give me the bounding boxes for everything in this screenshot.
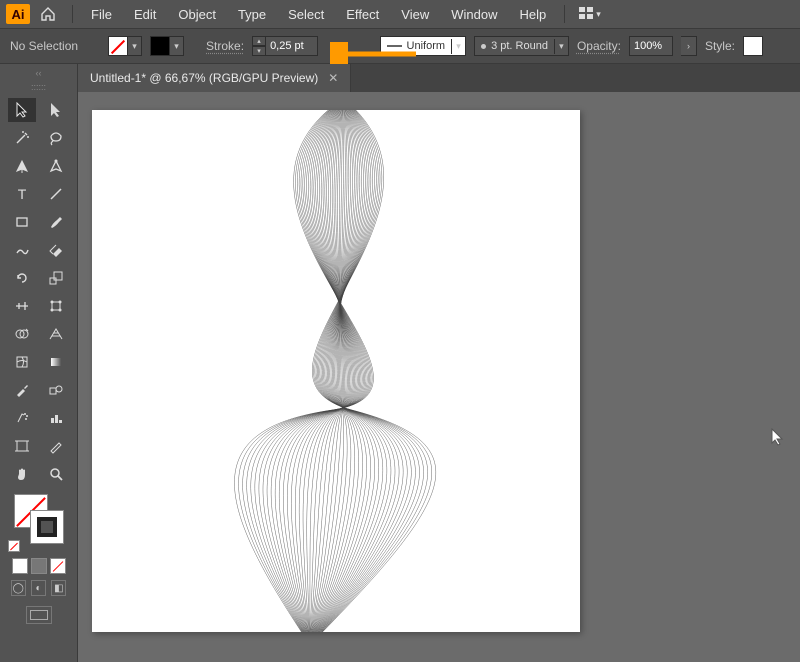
default-fill-stroke[interactable]: [8, 540, 20, 552]
stroke-label[interactable]: Stroke:: [206, 39, 244, 53]
rotate-tool[interactable]: [8, 266, 36, 290]
separator: [564, 5, 565, 23]
magic-wand-tool[interactable]: [8, 126, 36, 150]
draw-inside[interactable]: ◧: [51, 580, 66, 596]
draw-mode-row: ◯ ◐ ◧: [11, 580, 67, 596]
no-fill-icon: [108, 36, 128, 56]
panel-handle[interactable]: ‹‹: [9, 66, 69, 80]
direct-selection-tool[interactable]: [42, 98, 70, 122]
opacity-expand[interactable]: ›: [681, 36, 697, 56]
pen-tool[interactable]: [8, 154, 36, 178]
stroke-weight-input[interactable]: [266, 36, 318, 56]
draw-normal[interactable]: ◯: [11, 580, 26, 596]
chevron-down-icon[interactable]: ▾: [451, 39, 465, 54]
step-up-icon[interactable]: ▴: [252, 36, 266, 46]
cursor-icon: [770, 428, 786, 449]
profile-label: Uniform: [407, 40, 446, 52]
mesh-tool[interactable]: [8, 350, 36, 374]
perspective-grid-tool[interactable]: [42, 322, 70, 346]
canvas[interactable]: [78, 92, 800, 662]
stepper[interactable]: ▴▾: [252, 36, 266, 56]
lasso-tool[interactable]: [42, 126, 70, 150]
workspace-switcher[interactable]: ▾: [579, 7, 601, 22]
width-tool[interactable]: [8, 294, 36, 318]
screen-mode[interactable]: [26, 606, 52, 624]
symbol-sprayer-tool[interactable]: [8, 406, 36, 430]
chevron-down-icon[interactable]: ▾: [170, 36, 184, 56]
color-mode-row: [12, 558, 66, 574]
fill-stroke-control[interactable]: [14, 494, 64, 544]
artboard[interactable]: [92, 110, 580, 632]
variable-width-profile[interactable]: Uniform ▾: [380, 36, 466, 56]
menu-view[interactable]: View: [391, 3, 439, 26]
svg-text:T: T: [17, 187, 26, 201]
gradient-mode[interactable]: [31, 558, 47, 574]
curvature-tool[interactable]: [42, 154, 70, 178]
home-icon[interactable]: [36, 6, 60, 22]
hand-tool[interactable]: [8, 462, 36, 486]
line-icon: [387, 43, 401, 49]
app-icon[interactable]: Ai: [6, 4, 30, 24]
close-icon[interactable]: ✕: [328, 71, 338, 85]
dot-icon: [481, 44, 486, 49]
style-label: Style:: [705, 39, 735, 53]
document-area: Untitled-1* @ 66,67% (RGB/GPU Preview) ✕: [78, 64, 800, 662]
zoom-tool[interactable]: [42, 462, 70, 486]
menu-effect[interactable]: Effect: [336, 3, 389, 26]
step-down-icon[interactable]: ▾: [252, 46, 266, 56]
menu-select[interactable]: Select: [278, 3, 334, 26]
document-tab[interactable]: Untitled-1* @ 66,67% (RGB/GPU Preview) ✕: [78, 64, 351, 92]
draw-behind[interactable]: ◐: [31, 580, 46, 596]
brush-definition[interactable]: 3 pt. Round ▾: [474, 36, 569, 56]
menu-object[interactable]: Object: [168, 3, 226, 26]
menu-file[interactable]: File: [81, 3, 122, 26]
shape-builder-tool[interactable]: [8, 322, 36, 346]
separator: [72, 5, 73, 23]
style-swatch[interactable]: [743, 36, 763, 56]
chevron-down-icon: ▾: [596, 9, 601, 20]
selection-status: No Selection: [10, 39, 78, 53]
brush-label: 3 pt. Round: [491, 40, 548, 52]
panel-grip[interactable]: ::::::: [9, 80, 69, 94]
stroke-weight-field[interactable]: ▴▾: [252, 36, 318, 56]
artwork: [92, 110, 580, 632]
toolbox: ‹‹ :::::: T: [0, 64, 78, 662]
column-graph-tool[interactable]: [42, 406, 70, 430]
type-tool[interactable]: T: [8, 182, 36, 206]
opacity-input[interactable]: [629, 36, 673, 56]
none-mode[interactable]: [50, 558, 66, 574]
line-segment-tool[interactable]: [42, 182, 70, 206]
menu-window[interactable]: Window: [441, 3, 507, 26]
black-swatch-icon: [150, 36, 170, 56]
paintbrush-tool[interactable]: [42, 210, 70, 234]
slice-tool[interactable]: [42, 434, 70, 458]
options-bar: No Selection ▾ ▾ Stroke: ▴▾ Uniform ▾ 3 …: [0, 28, 800, 64]
stroke-swatch[interactable]: ▾: [150, 36, 184, 56]
tab-bar: Untitled-1* @ 66,67% (RGB/GPU Preview) ✕: [78, 64, 800, 92]
main-area: ‹‹ :::::: T: [0, 64, 800, 662]
rectangle-tool[interactable]: [8, 210, 36, 234]
color-mode[interactable]: [12, 558, 28, 574]
eyedropper-tool[interactable]: [8, 378, 36, 402]
gradient-tool[interactable]: [42, 350, 70, 374]
shaper-tool[interactable]: [8, 238, 36, 262]
free-transform-tool[interactable]: [42, 294, 70, 318]
scale-tool[interactable]: [42, 266, 70, 290]
menu-bar: Ai File Edit Object Type Select Effect V…: [0, 0, 800, 28]
artboard-tool[interactable]: [8, 434, 36, 458]
blend-tool[interactable]: [42, 378, 70, 402]
chevron-down-icon[interactable]: ▾: [128, 36, 142, 56]
eraser-tool[interactable]: [42, 238, 70, 262]
chevron-down-icon[interactable]: ▾: [554, 39, 568, 54]
menu-edit[interactable]: Edit: [124, 3, 166, 26]
selection-tool[interactable]: [8, 98, 36, 122]
workspace-icon: [579, 7, 593, 22]
menu-help[interactable]: Help: [509, 3, 556, 26]
tab-title: Untitled-1* @ 66,67% (RGB/GPU Preview): [90, 71, 318, 85]
stroke-indicator[interactable]: [30, 510, 64, 544]
opacity-label[interactable]: Opacity:: [577, 39, 621, 53]
menu-type[interactable]: Type: [228, 3, 276, 26]
fill-swatch[interactable]: ▾: [108, 36, 142, 56]
